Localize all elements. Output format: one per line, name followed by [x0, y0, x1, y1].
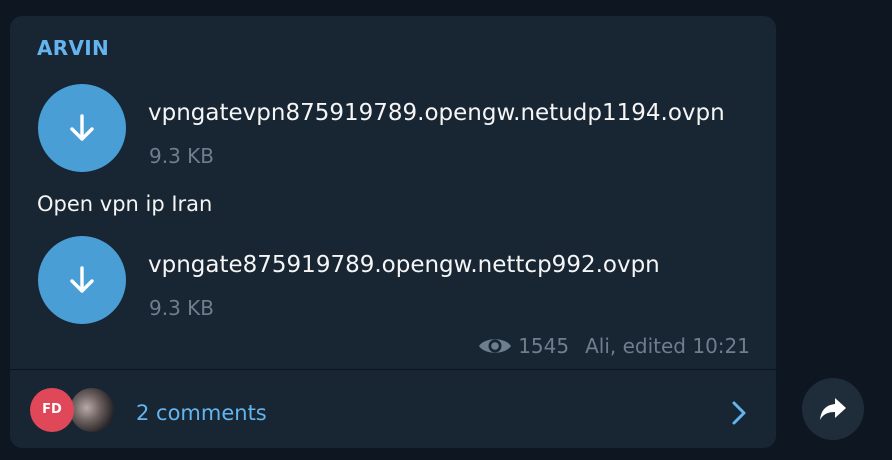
download-icon — [70, 114, 94, 141]
file-size: 9.3 KB — [149, 144, 214, 168]
file-attachment: vpngatevpn875919789.opengw.netudp1194.ov… — [38, 84, 758, 176]
message-caption: Open vpn ip Iran — [37, 192, 213, 216]
file-size: 9.3 KB — [149, 296, 214, 320]
comments-button[interactable]: FD 2 comments — [10, 370, 776, 448]
channel-name[interactable]: ARVIN — [37, 36, 109, 60]
download-button[interactable] — [38, 84, 126, 172]
download-icon — [70, 266, 94, 293]
file-name[interactable]: vpngate875919789.opengw.nettcp992.ovpn — [148, 252, 660, 278]
message-meta: 1545 Ali, edited 10:21 — [478, 334, 750, 358]
share-button[interactable] — [802, 378, 864, 440]
file-name[interactable]: vpngatevpn875919789.opengw.netudp1194.ov… — [148, 100, 725, 126]
comments-label: 2 comments — [136, 401, 267, 425]
message-signature: Ali, edited 10:21 — [585, 334, 750, 358]
view-count: 1545 — [518, 334, 570, 358]
message-bubble: ARVIN vpngatevpn875919789.opengw.netudp1… — [10, 16, 776, 448]
eye-icon — [479, 339, 512, 353]
download-button[interactable] — [38, 236, 126, 324]
avatar: FD — [30, 388, 74, 432]
chevron-right-icon — [732, 401, 746, 425]
share-icon — [820, 398, 846, 420]
avatar — [70, 388, 114, 432]
file-attachment: vpngate875919789.opengw.nettcp992.ovpn 9… — [38, 236, 758, 328]
